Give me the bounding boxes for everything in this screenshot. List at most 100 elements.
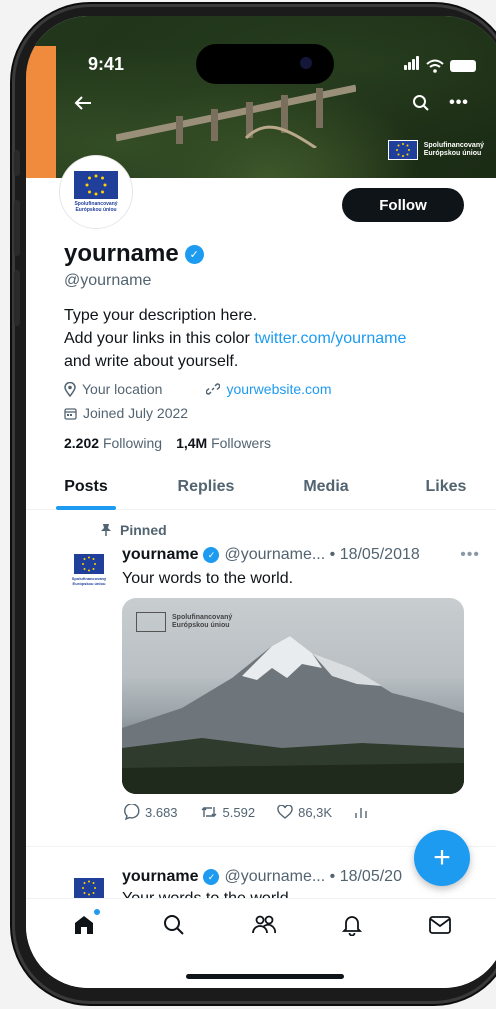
reply-icon: [124, 804, 140, 820]
following-number: 2.202: [64, 435, 100, 451]
website[interactable]: yourwebsite.com: [206, 381, 331, 397]
following-count[interactable]: 2.202 Following: [64, 435, 162, 451]
home-icon[interactable]: [70, 908, 101, 939]
media-eu-label: Spolufinancovaný Európskou úniou: [172, 614, 232, 630]
profile-info: yourname ✓ @yourname Type your descripti…: [64, 240, 474, 451]
followers-label: Followers: [211, 435, 271, 451]
notification-dot: [93, 908, 101, 916]
post-author-name-2[interactable]: yourname: [122, 868, 198, 886]
follow-counts: 2.202 Following 1,4M Followers: [64, 435, 474, 451]
status-icons: [404, 56, 476, 75]
followers-number: 1,4M: [176, 435, 208, 451]
back-arrow-icon[interactable]: [70, 90, 96, 116]
post-actions: 3.683 5.592 86,3K: [124, 804, 368, 820]
post-avatar-eu-label-line2: Európskou úniou: [72, 581, 106, 586]
post-more-icon[interactable]: •••: [460, 546, 480, 564]
media-eu-label-line1: Spolufinancovaný: [172, 614, 233, 621]
dynamic-island: [196, 44, 334, 84]
profile-handle: @yourname: [64, 272, 152, 289]
phone-action-button: [14, 150, 20, 176]
banner-orange-stripe: [26, 46, 56, 178]
reply-action[interactable]: 3.683: [124, 804, 178, 820]
eu-flag-outline-icon: [136, 612, 166, 632]
display-name-text: yourname: [64, 240, 179, 267]
calendar-icon: [64, 407, 77, 420]
followers-count[interactable]: 1,4M Followers: [176, 435, 271, 451]
post-media-image[interactable]: Spolufinancovaný Európskou úniou: [122, 598, 464, 794]
avatar-eu-label: Spolufinancovaný Európskou úniou: [74, 201, 117, 213]
link-icon: [206, 383, 221, 395]
compose-button[interactable]: +: [414, 830, 470, 886]
like-action[interactable]: 86,3K: [277, 805, 332, 820]
following-label: Following: [102, 435, 163, 451]
tab-media[interactable]: Media: [266, 472, 386, 509]
pin-icon: [101, 524, 111, 536]
banner-eu-label: Spolufinancovaný Európskou úniou: [424, 142, 484, 158]
tab-posts[interactable]: Posts: [26, 472, 146, 510]
views-action[interactable]: [354, 805, 368, 819]
post-avatar-eu-label: Spolufinancovaný Európskou úniou: [72, 576, 106, 586]
pinned-label: Pinned: [100, 522, 167, 538]
bio-line2-prefix: Add your links in this color: [64, 330, 255, 347]
joined-text: Joined July 2022: [83, 405, 189, 421]
reply-count: 3.683: [145, 804, 178, 820]
like-count: 86,3K: [298, 804, 333, 820]
explore-search-icon[interactable]: [160, 911, 188, 939]
search-icon[interactable]: [408, 90, 434, 116]
camera-icon: [300, 57, 312, 69]
tab-replies[interactable]: Replies: [146, 472, 266, 509]
location-pin-icon: [64, 381, 76, 397]
bell-icon[interactable]: [338, 911, 366, 939]
pinned-text: Pinned: [120, 522, 167, 538]
post-handle-date: @yourname... • 18/05/2018: [224, 546, 420, 563]
home-indicator[interactable]: [186, 974, 344, 979]
eu-flag-icon: [74, 878, 104, 898]
bio-line1: Type your description here.: [64, 307, 257, 324]
bio-line2: Add your links in this color twitter.com…: [64, 327, 474, 350]
bio-link[interactable]: twitter.com/yourname: [254, 330, 406, 347]
media-eu-label-line2: Európskou úniou: [172, 622, 230, 629]
more-icon[interactable]: •••: [446, 90, 472, 116]
mail-icon[interactable]: [426, 911, 454, 939]
post-header-2: yourname ✓ @yourname... • 18/05/20: [122, 868, 402, 886]
verified-badge-icon: ✓: [203, 547, 220, 563]
eu-flag-icon: [74, 171, 118, 199]
verified-badge-icon: ✓: [184, 244, 204, 264]
post-avatar[interactable]: Spolufinancovaný Európskou úniou: [70, 554, 108, 592]
follow-button[interactable]: Follow: [342, 188, 464, 222]
banner-eu-logo: Spolufinancovaný Európskou úniou: [387, 140, 484, 160]
phone-volume-down: [14, 270, 20, 326]
post-handle-date-2: @yourname... • 18/05/20: [224, 868, 402, 885]
verified-badge-icon: ✓: [203, 869, 220, 885]
phone-volume-up: [14, 200, 20, 256]
avatar-eu-label-line2: Európskou úniou: [75, 207, 117, 213]
repost-count: 5.592: [222, 804, 256, 820]
bio-line3: and write about yourself.: [64, 353, 239, 370]
screen: Spolufinancovaný Európskou úniou 9:41 ••…: [26, 16, 496, 988]
signal-icon: [404, 56, 420, 75]
communities-icon[interactable]: [250, 911, 278, 939]
analytics-icon: [355, 808, 367, 818]
wifi-icon: [426, 59, 444, 73]
viaduct-illustration: [116, 84, 356, 148]
repost-icon: [201, 807, 217, 817]
location: Your location: [64, 381, 162, 397]
tab-likes[interactable]: Likes: [386, 472, 496, 509]
website-link[interactable]: yourwebsite.com: [226, 381, 331, 397]
status-time: 9:41: [88, 54, 125, 74]
repost-action[interactable]: 5.592: [200, 804, 256, 820]
heart-icon: [277, 805, 293, 819]
profile-meta: Your location yourwebsite.com: [64, 381, 474, 397]
profile-tabs: Posts Replies Media Likes: [26, 472, 496, 510]
eu-flag-icon: [387, 140, 418, 160]
location-text: Your location: [82, 381, 163, 397]
avatar[interactable]: Spolufinancovaný Európskou úniou: [60, 156, 132, 228]
profile-bio: Type your description here. Add your lin…: [64, 304, 474, 373]
battery-icon: [450, 59, 476, 72]
media-eu-logo: Spolufinancovaný Európskou úniou: [136, 612, 232, 632]
joined: Joined July 2022: [64, 405, 474, 421]
eu-flag-icon: [74, 554, 104, 574]
post-author-name[interactable]: yourname: [122, 546, 198, 564]
display-name: yourname ✓: [64, 240, 474, 268]
post-header: yourname ✓ @yourname... • 18/05/2018: [122, 546, 420, 564]
